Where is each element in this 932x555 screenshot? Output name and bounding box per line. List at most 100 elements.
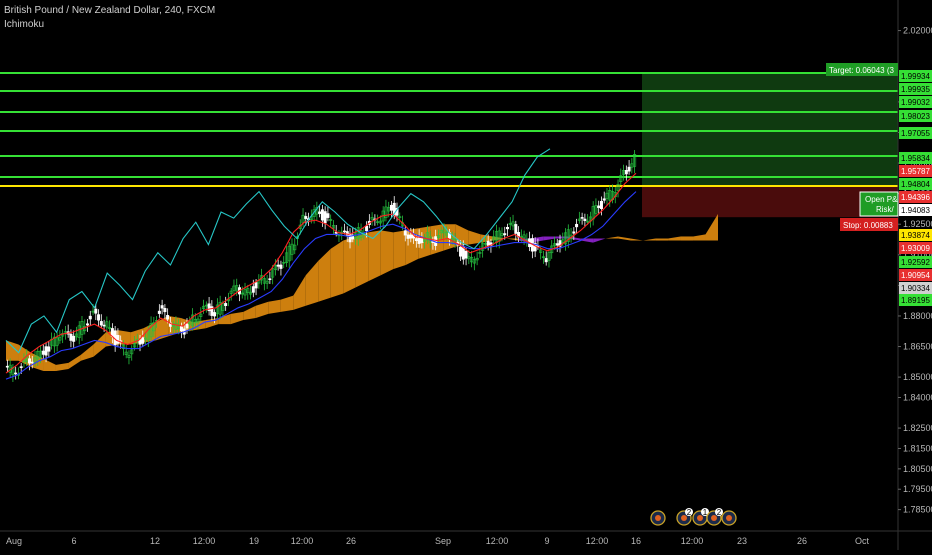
candle-body <box>44 346 48 356</box>
price-tag-label: 1.94396 <box>901 193 930 202</box>
candle-body <box>575 223 579 228</box>
cloud-segment <box>43 358 56 371</box>
candle-body <box>320 209 324 221</box>
price-tick-label: 1.85000 <box>903 372 932 382</box>
candle-body <box>14 372 18 375</box>
candle-body <box>304 216 308 219</box>
time-tick-label: 23 <box>737 536 747 546</box>
cloud-segment <box>280 295 294 312</box>
cloud-segment <box>543 236 556 241</box>
chart-title: British Pound / New Zealand Dollar, 240,… <box>4 5 216 16</box>
time-tick-label: 19 <box>249 536 259 546</box>
indicator-label[interactable]: Ichimoku <box>4 19 44 30</box>
candle-body <box>414 238 418 242</box>
candle-body <box>86 323 90 326</box>
price-tick-label: 1.78500 <box>903 505 932 515</box>
candle-body <box>365 225 369 232</box>
candle-body <box>179 326 183 332</box>
cloud-segment <box>268 299 281 314</box>
event-flag-icon-dot <box>655 515 661 521</box>
candle-body <box>555 243 559 246</box>
cloud-segment <box>355 232 369 288</box>
cloud-segment <box>680 236 694 241</box>
price-tick-label: 1.86500 <box>903 342 932 352</box>
candle-body <box>141 337 145 344</box>
candle-body <box>544 258 548 263</box>
candle-body <box>72 335 76 342</box>
price-tick-label: 1.81500 <box>903 443 932 453</box>
cloud-segment <box>505 238 519 241</box>
cloud-segment <box>380 230 394 276</box>
cloud-segment <box>230 311 244 325</box>
price-tick-label: 1.80500 <box>903 464 932 474</box>
candle-body <box>185 323 189 329</box>
candle-body <box>583 218 587 222</box>
chart-svg[interactable]: 2.020001.985001.970001.955001.940001.925… <box>0 0 932 550</box>
candle-body <box>251 286 255 293</box>
candle-body <box>326 213 330 218</box>
time-tick-label: 6 <box>71 536 76 546</box>
time-tick-label: Aug <box>6 536 22 546</box>
open-pl-line1: Open P& <box>865 195 898 204</box>
time-axis: Aug 6 12 12:00 19 12:00 26 Sep 12:00 9 12:00 16 12:0… <box>0 530 932 546</box>
candle-body <box>157 310 161 314</box>
cloud-segment <box>80 344 94 361</box>
price-tags: 1.99934 1.99935 1.99032 1.98023 1.97055 1.958… <box>899 70 932 306</box>
price-tag-label: 1.93874 <box>901 231 930 240</box>
candle-body <box>580 217 584 219</box>
candle-body <box>464 250 468 259</box>
cloud-segment <box>468 230 481 245</box>
time-tick-label: 9 <box>544 536 549 546</box>
candle-body <box>160 305 164 309</box>
price-tick-label: 1.84000 <box>903 393 932 403</box>
price-tag-label: 1.90954 <box>901 271 930 280</box>
stop-label: Stop: 0.00883 <box>843 221 893 230</box>
event-icons: 212 <box>650 508 737 526</box>
price-tag-label: 1.94804 <box>901 180 930 189</box>
candle-body <box>41 350 45 355</box>
candle-body <box>224 303 228 306</box>
price-tick-label: 1.82500 <box>903 423 932 433</box>
event-badge-count: 2 <box>717 508 722 517</box>
cloud-segment <box>155 315 169 341</box>
time-tick-label: 12:00 <box>486 536 509 546</box>
cloud-segment <box>668 236 681 241</box>
candle-body <box>342 230 346 233</box>
cloud-segment <box>55 362 69 371</box>
cloud-segment <box>305 260 319 306</box>
cloud-segment <box>630 238 644 241</box>
time-tick-label: 12 <box>150 536 160 546</box>
open-pl-line2: Risk/ <box>876 205 895 214</box>
price-tag-label: 1.97055 <box>901 129 930 138</box>
candle-body <box>403 230 407 236</box>
candle-body <box>602 198 606 201</box>
price-tag-label: 1.99032 <box>901 98 930 107</box>
candle-body <box>69 333 73 341</box>
time-tick-label: Oct <box>855 536 870 546</box>
candle-body <box>506 227 510 230</box>
price-tick-label: 2.02000 <box>903 26 932 36</box>
time-tick-label: 12:00 <box>681 536 704 546</box>
candle-body <box>268 278 272 281</box>
time-tick-label: 26 <box>797 536 807 546</box>
cloud-segment <box>255 301 269 318</box>
candle-body <box>572 231 576 234</box>
candle-body <box>97 314 101 321</box>
price-tag-label: 1.95787 <box>901 167 930 176</box>
candle-body <box>323 211 327 224</box>
price-tag-label: 1.95834 <box>901 154 930 163</box>
candle-body <box>47 346 51 352</box>
candle-body <box>27 358 31 364</box>
cloud-segment <box>368 230 381 282</box>
cloud-segment <box>593 238 606 243</box>
cloud-segment <box>555 236 569 239</box>
cloud-segment <box>93 332 106 357</box>
chart-area[interactable]: 2.020001.985001.970001.955001.940001.925… <box>0 0 932 550</box>
price-tick-label: 1.92500 <box>903 219 932 229</box>
cloud-segment <box>293 275 306 310</box>
event-flag-icon-dot <box>726 515 732 521</box>
price-tag-label: 1.98023 <box>901 112 930 121</box>
candle-body <box>166 315 170 320</box>
candle-body <box>88 315 92 320</box>
candle-body <box>276 264 280 267</box>
